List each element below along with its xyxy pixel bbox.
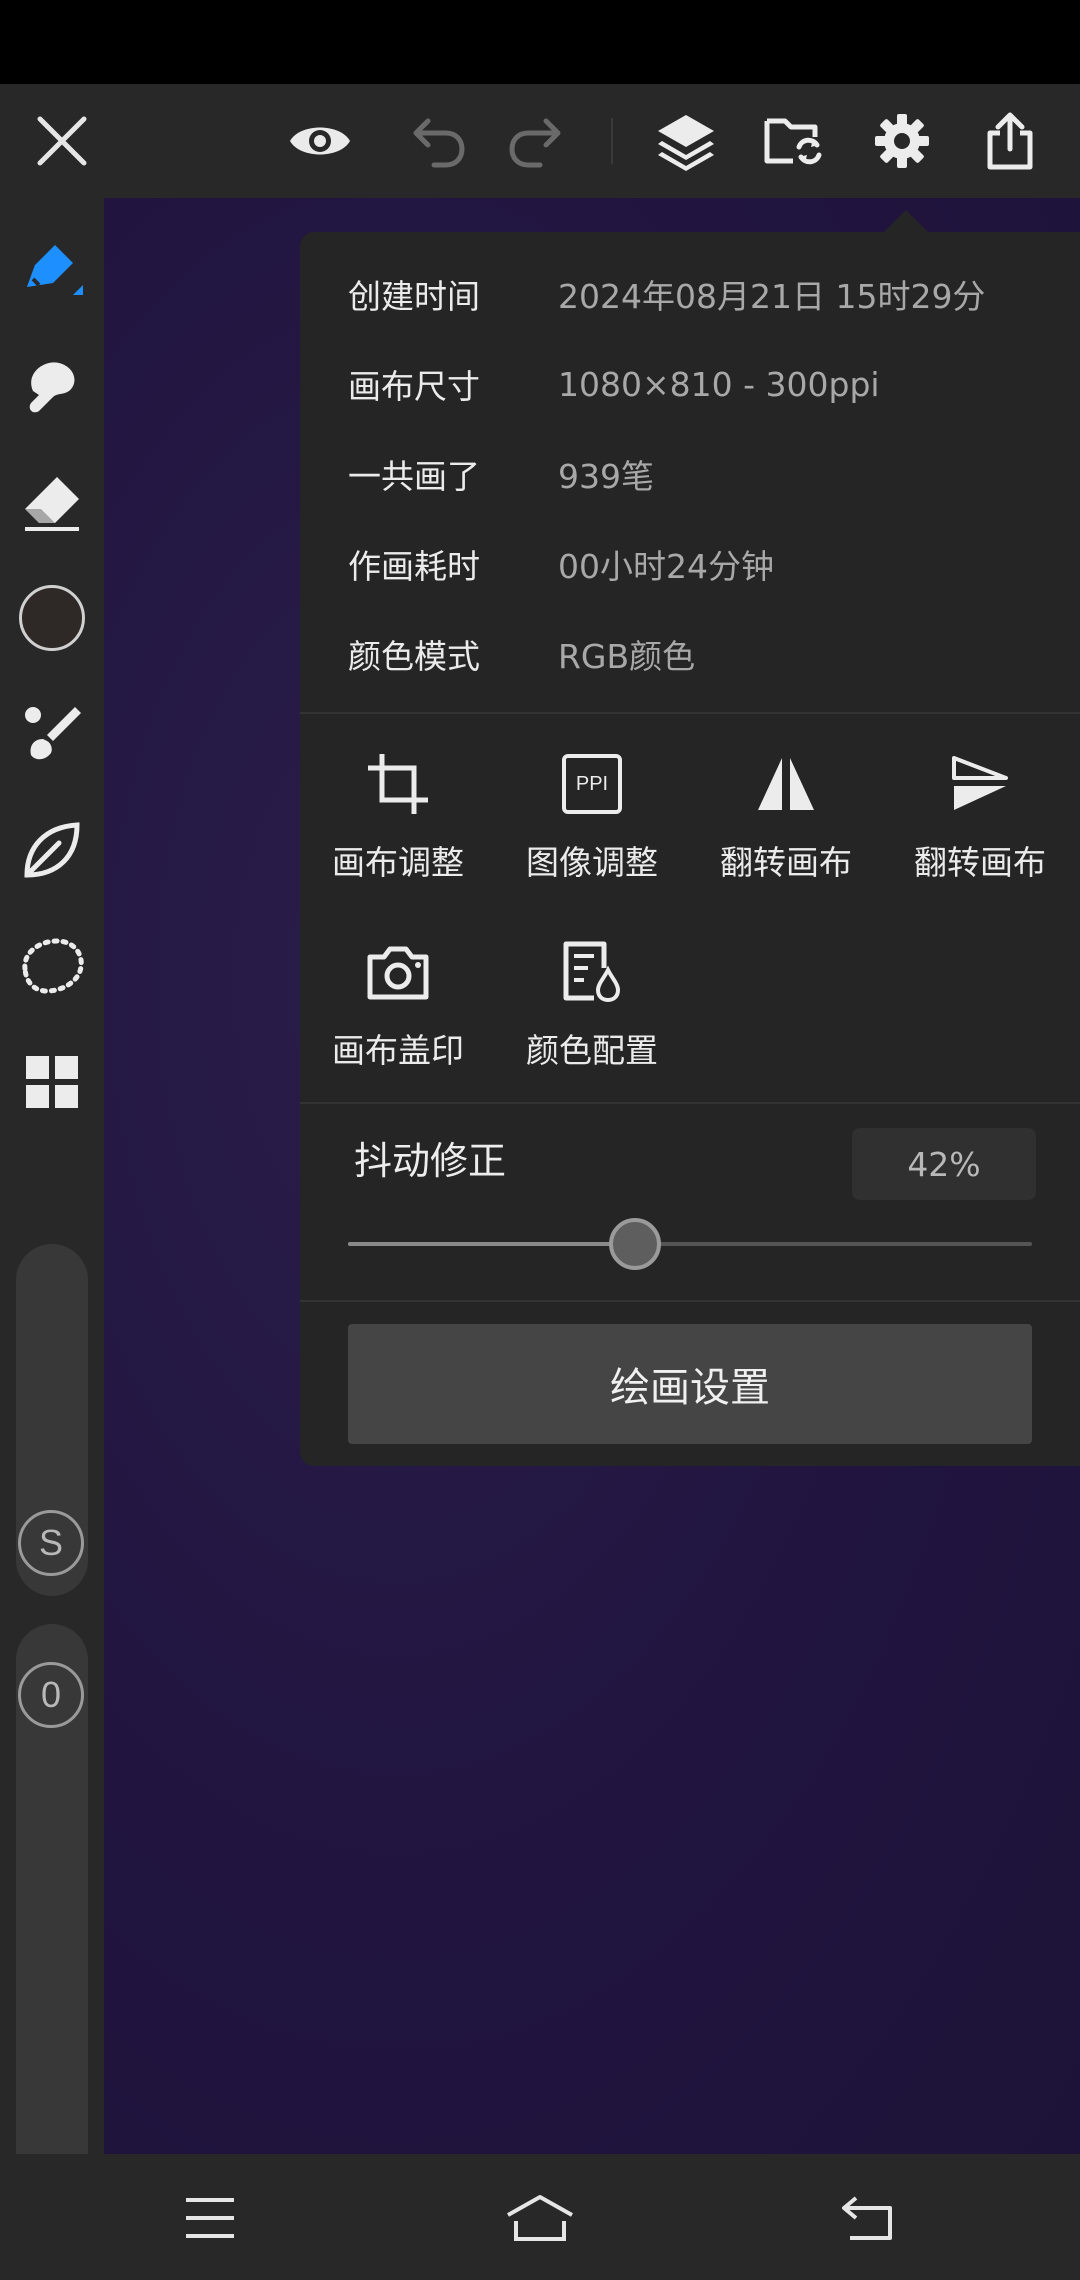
popover-pointer	[884, 210, 928, 232]
crop-icon	[360, 746, 436, 822]
opacity-badge[interactable]: 0	[18, 1662, 84, 1728]
info-value: 2024年08月21日 15时29分	[558, 277, 986, 316]
system-nav-bar	[0, 2154, 1080, 2280]
color-picker[interactable]	[12, 578, 92, 658]
flip-horizontal-button[interactable]: 翻转画布	[688, 746, 884, 906]
stabilizer-value-text: 42%	[907, 1144, 981, 1184]
color-profile-button[interactable]: 颜色配置	[494, 934, 690, 1094]
status-bar	[0, 0, 1080, 84]
eraser-tool[interactable]	[12, 462, 92, 542]
home-icon	[507, 2195, 573, 2241]
flip-vertical-icon	[942, 746, 1018, 822]
action-label: 图像调整	[526, 843, 658, 882]
info-row-color-mode: 颜色模式 RGB颜色	[348, 624, 695, 684]
share-button[interactable]	[970, 106, 1050, 176]
redo-icon	[509, 118, 561, 168]
info-value: RGB颜色	[558, 637, 696, 676]
stabilizer-slider[interactable]	[348, 1218, 1032, 1270]
info-row-created: 创建时间 2024年08月21日 15时29分	[348, 264, 985, 324]
brush-tool[interactable]	[12, 230, 92, 310]
size-badge-label: S	[38, 1522, 63, 1563]
action-label: 翻转画布	[914, 843, 1046, 882]
eraser-icon	[25, 477, 79, 531]
stabilizer-slider-fill	[348, 1242, 636, 1246]
divider	[300, 712, 1080, 714]
action-label: 翻转画布	[720, 843, 852, 882]
stabilizer-label: 抖动修正	[354, 1139, 507, 1183]
info-value: 1080×810 - 300ppi	[558, 364, 880, 404]
opacity-badge-label: 0	[40, 1674, 62, 1715]
image-adjust-button[interactable]: PPI 图像调整	[494, 746, 690, 906]
info-label: 作画耗时	[348, 547, 480, 586]
stabilizer-value-field[interactable]: 42%	[852, 1128, 1036, 1200]
gear-icon	[875, 114, 929, 168]
ppi-icon: PPI	[554, 746, 630, 822]
undo-button[interactable]	[398, 106, 478, 176]
action-label: 画布盖印	[332, 1031, 464, 1070]
smudge-icon	[29, 362, 75, 413]
nav-menu-button[interactable]	[172, 2180, 248, 2256]
flip-horizontal-icon	[748, 746, 824, 822]
lasso-icon	[22, 938, 84, 994]
fill-tool[interactable]	[12, 810, 92, 890]
info-label: 颜色模式	[348, 637, 480, 676]
leaf-icon	[24, 822, 80, 878]
canvas-settings-popover: 创建时间 2024年08月21日 15时29分 画布尺寸 1080×810 - …	[300, 232, 1080, 1466]
paint-settings-label: 绘画设置	[610, 1365, 770, 1411]
color-profile-icon	[554, 934, 630, 1010]
gallery-button[interactable]	[754, 106, 834, 176]
layers-icon	[658, 115, 714, 171]
pen-icon	[27, 245, 83, 295]
flip-vertical-button[interactable]: 翻转画布	[882, 746, 1078, 906]
settings-button[interactable]	[862, 106, 942, 176]
close-button[interactable]	[22, 106, 102, 176]
current-color-swatch	[19, 585, 85, 651]
paintbrush-icon	[25, 707, 81, 760]
back-icon	[842, 2196, 892, 2240]
eye-icon	[290, 127, 350, 155]
nav-back-button[interactable]	[830, 2180, 906, 2256]
action-label: 颜色配置	[526, 1031, 658, 1070]
info-value: 00小时24分钟	[558, 547, 774, 586]
left-toolbar: S 0	[0, 198, 104, 2210]
close-icon	[37, 116, 87, 166]
folder-sync-icon	[764, 118, 822, 165]
info-row-stroke-count: 一共画了 939笔	[348, 444, 654, 504]
info-label: 画布尺寸	[348, 367, 480, 406]
selection-tool[interactable]	[12, 926, 92, 1006]
preview-button[interactable]	[280, 106, 360, 176]
divider	[300, 1102, 1080, 1104]
info-label: 一共画了	[348, 457, 480, 496]
stabilizer-slider-thumb[interactable]	[609, 1218, 662, 1270]
grid-icon	[26, 1056, 78, 1108]
paint-settings-button[interactable]: 绘画设置	[348, 1324, 1032, 1444]
share-icon	[987, 112, 1033, 170]
info-row-canvas-size: 画布尺寸 1080×810 - 300ppi	[348, 354, 880, 414]
size-badge[interactable]: S	[18, 1510, 84, 1576]
more-tools[interactable]	[12, 1042, 92, 1122]
smudge-tool[interactable]	[12, 346, 92, 426]
canvas-adjust-button[interactable]: 画布调整	[300, 746, 496, 906]
canvas-stamp-button[interactable]: 画布盖印	[300, 934, 496, 1094]
info-label: 创建时间	[348, 277, 480, 316]
redo-button[interactable]	[496, 106, 576, 176]
layers-button[interactable]	[646, 106, 726, 176]
action-label: 画布调整	[332, 843, 464, 882]
divider	[300, 1300, 1080, 1302]
ppi-icon-text: PPI	[575, 772, 609, 795]
menu-icon	[186, 2198, 234, 2238]
nav-home-button[interactable]	[500, 2180, 580, 2256]
top-toolbar	[0, 84, 1080, 198]
brush-settings-tool[interactable]	[12, 694, 92, 774]
toolbar-divider	[611, 118, 613, 164]
info-row-drawing-time: 作画耗时 00小时24分钟	[348, 534, 774, 594]
undo-icon	[413, 118, 465, 168]
info-value: 939笔	[558, 457, 654, 496]
camera-icon	[360, 934, 436, 1010]
